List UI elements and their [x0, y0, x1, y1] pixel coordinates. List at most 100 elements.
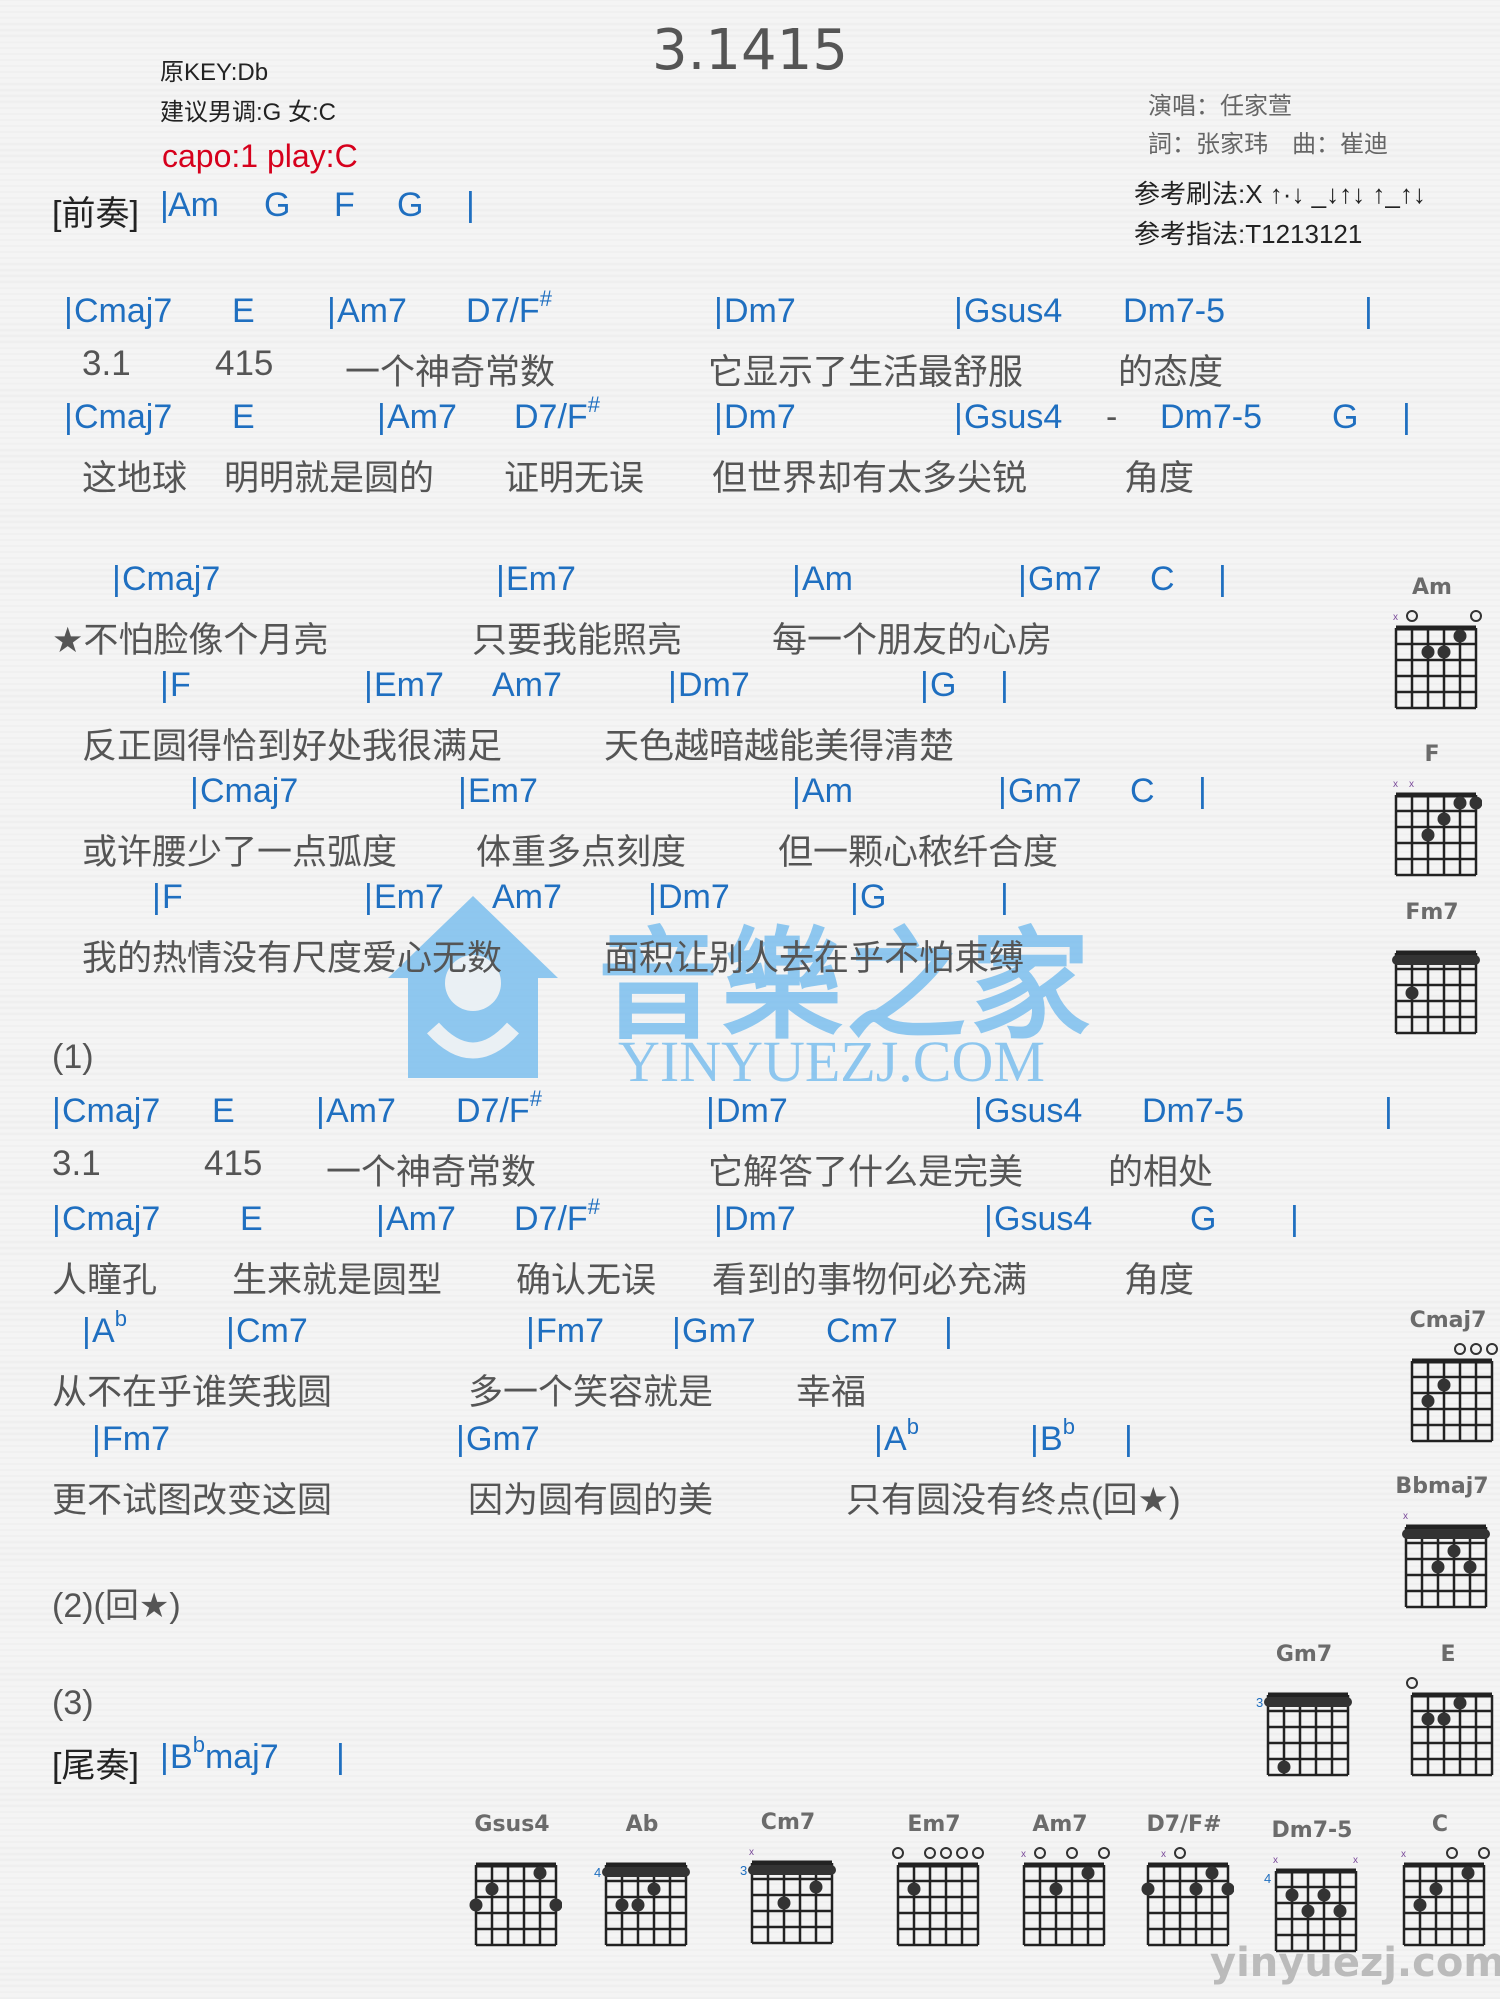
bar-line: | — [526, 1312, 535, 1350]
chord: Fm7 — [536, 1312, 604, 1350]
finger-dot — [615, 1898, 629, 1912]
muted-string-marker: x — [1393, 779, 1398, 790]
finger-dot — [1463, 1560, 1477, 1574]
finger-dot — [1333, 1904, 1347, 1918]
open-string-marker — [1470, 610, 1482, 622]
chord-diagram: Fxx — [1382, 742, 1483, 882]
bar-line: | — [364, 878, 373, 916]
finger-dot — [1429, 1882, 1443, 1896]
bar-line: | — [714, 398, 723, 436]
chord: D7/F# — [456, 1086, 542, 1131]
bar-line: | — [1290, 1200, 1299, 1238]
open-string-marker — [1034, 1847, 1046, 1859]
chord: F — [170, 666, 191, 704]
finger-dot — [1141, 1882, 1155, 1896]
chord: Gsus4 — [984, 1092, 1083, 1130]
fret-start-label: 3 — [740, 1863, 747, 1878]
chord-diagram-name: Gm7 — [1275, 1642, 1333, 1667]
chord-diagram: Cm7 3 x — [738, 1810, 838, 1950]
finger-dot — [1277, 1760, 1291, 1774]
chord-diagram: Dm7-5 4 x x — [1262, 1818, 1362, 1958]
barre — [602, 1867, 690, 1877]
chord-dash: - — [1106, 398, 1118, 436]
fretboard-grid — [1406, 1677, 1494, 1777]
chord: Gm7 — [1008, 772, 1082, 810]
fretboard-grid: 4 — [594, 1862, 690, 1947]
bar-line: | — [1384, 1092, 1393, 1130]
finger-dot — [907, 1882, 921, 1896]
chord: F — [334, 186, 355, 224]
bar-line: | — [316, 1092, 325, 1130]
chord: Am7 — [492, 666, 562, 704]
bar-line: | — [954, 292, 963, 330]
chord: Am7 — [386, 1200, 456, 1238]
finger-dot — [549, 1898, 563, 1912]
bar-line: | — [64, 292, 73, 330]
chord-root: D7/F# — [456, 1086, 542, 1130]
chord-diagram: Am7 x — [1010, 1812, 1110, 1952]
bar-line: | — [64, 398, 73, 436]
chord: Dm7 — [658, 878, 730, 916]
bar-line: | — [792, 772, 801, 810]
bar-line: | — [376, 1200, 385, 1238]
muted-string-marker: x — [1021, 1849, 1026, 1860]
bar-line: | — [466, 186, 475, 224]
lyric: 一个神奇常数 — [326, 1153, 537, 1192]
lyric: 生来就是圆型 — [232, 1261, 443, 1300]
finger-dot — [1469, 796, 1483, 810]
section-label: (1) — [52, 1038, 94, 1076]
muted-string-marker: x — [749, 1847, 754, 1858]
chord: G — [1332, 398, 1359, 436]
fretboard-grid: x — [1141, 1847, 1235, 1947]
finger-dot — [469, 1898, 483, 1912]
bar-line: | — [92, 1420, 101, 1458]
intro-line: [前奏] — [52, 186, 139, 235]
bar-line: | — [1124, 1420, 1133, 1458]
chord: D7/F# — [466, 286, 552, 331]
finger-dot — [1437, 1712, 1451, 1726]
intro-label: [前奏] — [52, 195, 139, 233]
chord-diagram-name: Em7 — [907, 1812, 961, 1837]
fretboard-grid — [892, 1847, 984, 1947]
open-string-marker — [1406, 610, 1418, 622]
bar-line: | — [984, 1200, 993, 1238]
open-string-marker — [1098, 1847, 1110, 1859]
barre — [748, 1865, 836, 1875]
bar-line: | — [672, 1312, 681, 1350]
chord: Dm7-5 — [1142, 1092, 1245, 1130]
chord-diagram-name: Ab — [625, 1812, 659, 1837]
bar-line: | — [714, 292, 723, 330]
lyric: 看到的事物何必充满 — [712, 1261, 1028, 1300]
finger-dot — [1453, 796, 1467, 810]
chord: Bbmaj7 — [170, 1732, 279, 1777]
lyric: 只有圆没有终点(回★) — [846, 1481, 1181, 1520]
bar-line: | — [944, 1312, 953, 1350]
finger-dot — [1421, 1394, 1435, 1408]
chord: Am — [802, 560, 853, 598]
chord-diagram-name: Bbmaj7 — [1395, 1474, 1489, 1499]
finger-dot — [1421, 828, 1435, 842]
chord: Ab — [92, 1306, 127, 1351]
chord-diagram-name: Cm7 — [760, 1810, 816, 1835]
open-string-marker — [1486, 1343, 1498, 1355]
chord: Bb — [1040, 1414, 1075, 1459]
chord: Dm7 — [724, 1200, 796, 1238]
bar-line: | — [1000, 666, 1009, 704]
finger-dot — [1301, 1904, 1315, 1918]
open-string-marker — [972, 1847, 984, 1859]
bar-line: | — [82, 1312, 91, 1350]
lyric: 角度 — [1124, 459, 1195, 498]
lyric: 确认无误 — [516, 1261, 657, 1300]
chord: Fm7 — [102, 1420, 170, 1458]
chord-diagram: Em7 — [884, 1812, 984, 1952]
watermark: 音樂之家 YINYUEZJ.COM — [378, 888, 1118, 1094]
original-key: 原KEY:Db — [160, 59, 269, 86]
open-string-marker — [1406, 1677, 1418, 1689]
lyric: 多一个笑容就是 — [468, 1373, 714, 1412]
fretboard-grid: x — [1402, 1511, 1490, 1609]
chord-root: Ab — [884, 1414, 919, 1458]
chord-root: D7/F# — [466, 286, 552, 330]
chord: Em7 — [374, 878, 444, 916]
bar-line: | — [974, 1092, 983, 1130]
finger-dot — [631, 1898, 645, 1912]
